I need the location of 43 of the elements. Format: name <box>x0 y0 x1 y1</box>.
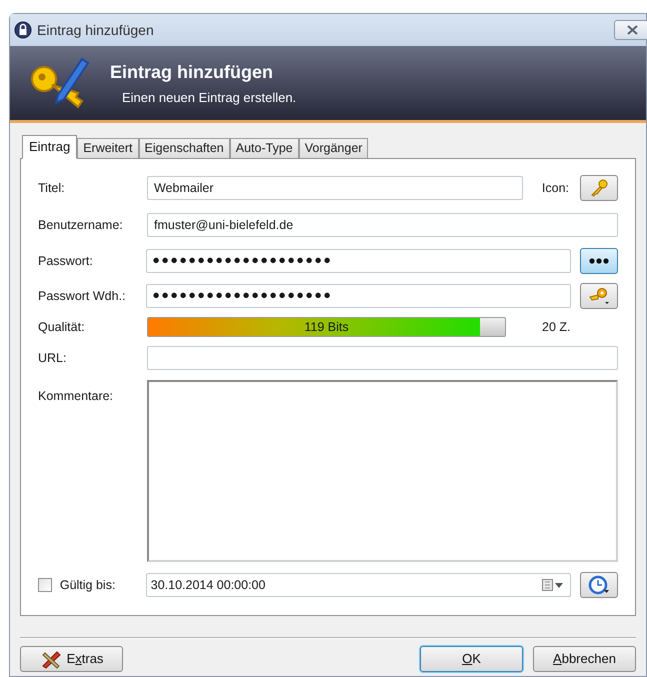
field-label: Passwort: <box>38 252 94 270</box>
close-button[interactable] <box>614 20 647 40</box>
field-label: Gültig bis: <box>58 576 116 594</box>
field-label: Passwort Wdh.: <box>38 288 127 305</box>
field-label: Titel: <box>38 180 66 197</box>
quality-reading: 119 Bits <box>303 318 350 336</box>
show-password-button[interactable] <box>580 248 618 274</box>
ok-button[interactable]: OK <box>420 646 523 672</box>
expiry-date-field[interactable]: 30.10.2014 00:00:00 <box>146 573 572 597</box>
dots-icon <box>589 258 610 264</box>
tab[interactable]: Eintrag <box>22 135 78 159</box>
expiry-checkbox[interactable] <box>38 578 52 592</box>
expiry-presets-button[interactable] <box>580 572 618 598</box>
date-value: 30.10.2014 00:00:00 <box>150 576 266 594</box>
tab[interactable]: Erweitert <box>77 138 139 158</box>
tab[interactable]: Eigenschaften <box>138 138 230 158</box>
generator-button[interactable] <box>580 283 618 309</box>
calendar-dropdown-icon <box>542 579 564 591</box>
field-label: Qualität: <box>38 318 86 336</box>
field-label: Kommentare: <box>38 388 114 405</box>
length-reading: 20 Z. <box>542 318 570 336</box>
key-gear-icon <box>587 287 612 305</box>
url-field[interactable] <box>147 346 618 370</box>
field-label: URL: <box>38 350 68 367</box>
banner-subtitle: Einen neuen Eintrag erstellen. <box>121 88 296 107</box>
tab[interactable]: Vorgänger <box>298 138 368 158</box>
title-field[interactable]: Webmailer <box>146 176 523 200</box>
cancel-button[interactable]: Abbrechen <box>533 646 636 672</box>
lock-icon <box>14 21 32 39</box>
field-label: Benutzername: <box>38 216 124 234</box>
key-icon <box>589 179 610 197</box>
icon-button[interactable] <box>580 175 618 201</box>
repeat-password-field[interactable]: •••••••••••••••••••• <box>146 284 572 308</box>
username-field[interactable]: fmuster@uni-bielefeld.de <box>147 213 618 237</box>
extras-button[interactable]: Extras <box>20 646 123 672</box>
field-label: Icon: <box>542 180 570 197</box>
window-title: Eintrag hinzufügen <box>37 20 154 40</box>
password-field[interactable]: •••••••••••••••••••• <box>146 249 572 273</box>
tab[interactable]: Auto-Type <box>230 138 299 158</box>
clock-icon <box>588 575 610 595</box>
banner-title: Eintrag hinzufügen <box>110 60 274 84</box>
close-icon <box>626 25 638 35</box>
notes-field[interactable] <box>147 380 618 562</box>
